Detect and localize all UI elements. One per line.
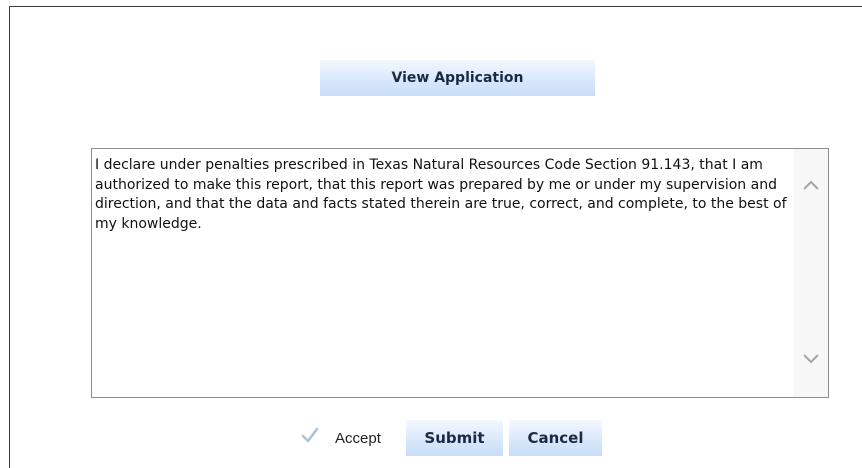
- declaration-scrollbar[interactable]: [794, 149, 828, 397]
- chevron-down-icon: [803, 354, 819, 364]
- declaration-textarea[interactable]: I declare under penalties prescribed in …: [92, 149, 792, 395]
- accept-label: Accept: [335, 430, 381, 447]
- scroll-down-button[interactable]: [794, 345, 828, 373]
- action-row: Accept Submit Cancel: [10, 420, 862, 456]
- submit-button[interactable]: Submit: [406, 420, 503, 456]
- scroll-up-button[interactable]: [794, 171, 828, 199]
- dialog-panel: View Application I declare under penalti…: [9, 6, 862, 468]
- accept-checkbox[interactable]: [299, 424, 321, 446]
- declaration-box: I declare under penalties prescribed in …: [91, 148, 829, 398]
- check-icon: [301, 427, 319, 443]
- chevron-up-icon: [803, 180, 819, 190]
- view-application-button[interactable]: View Application: [320, 60, 595, 96]
- cancel-button[interactable]: Cancel: [509, 420, 602, 456]
